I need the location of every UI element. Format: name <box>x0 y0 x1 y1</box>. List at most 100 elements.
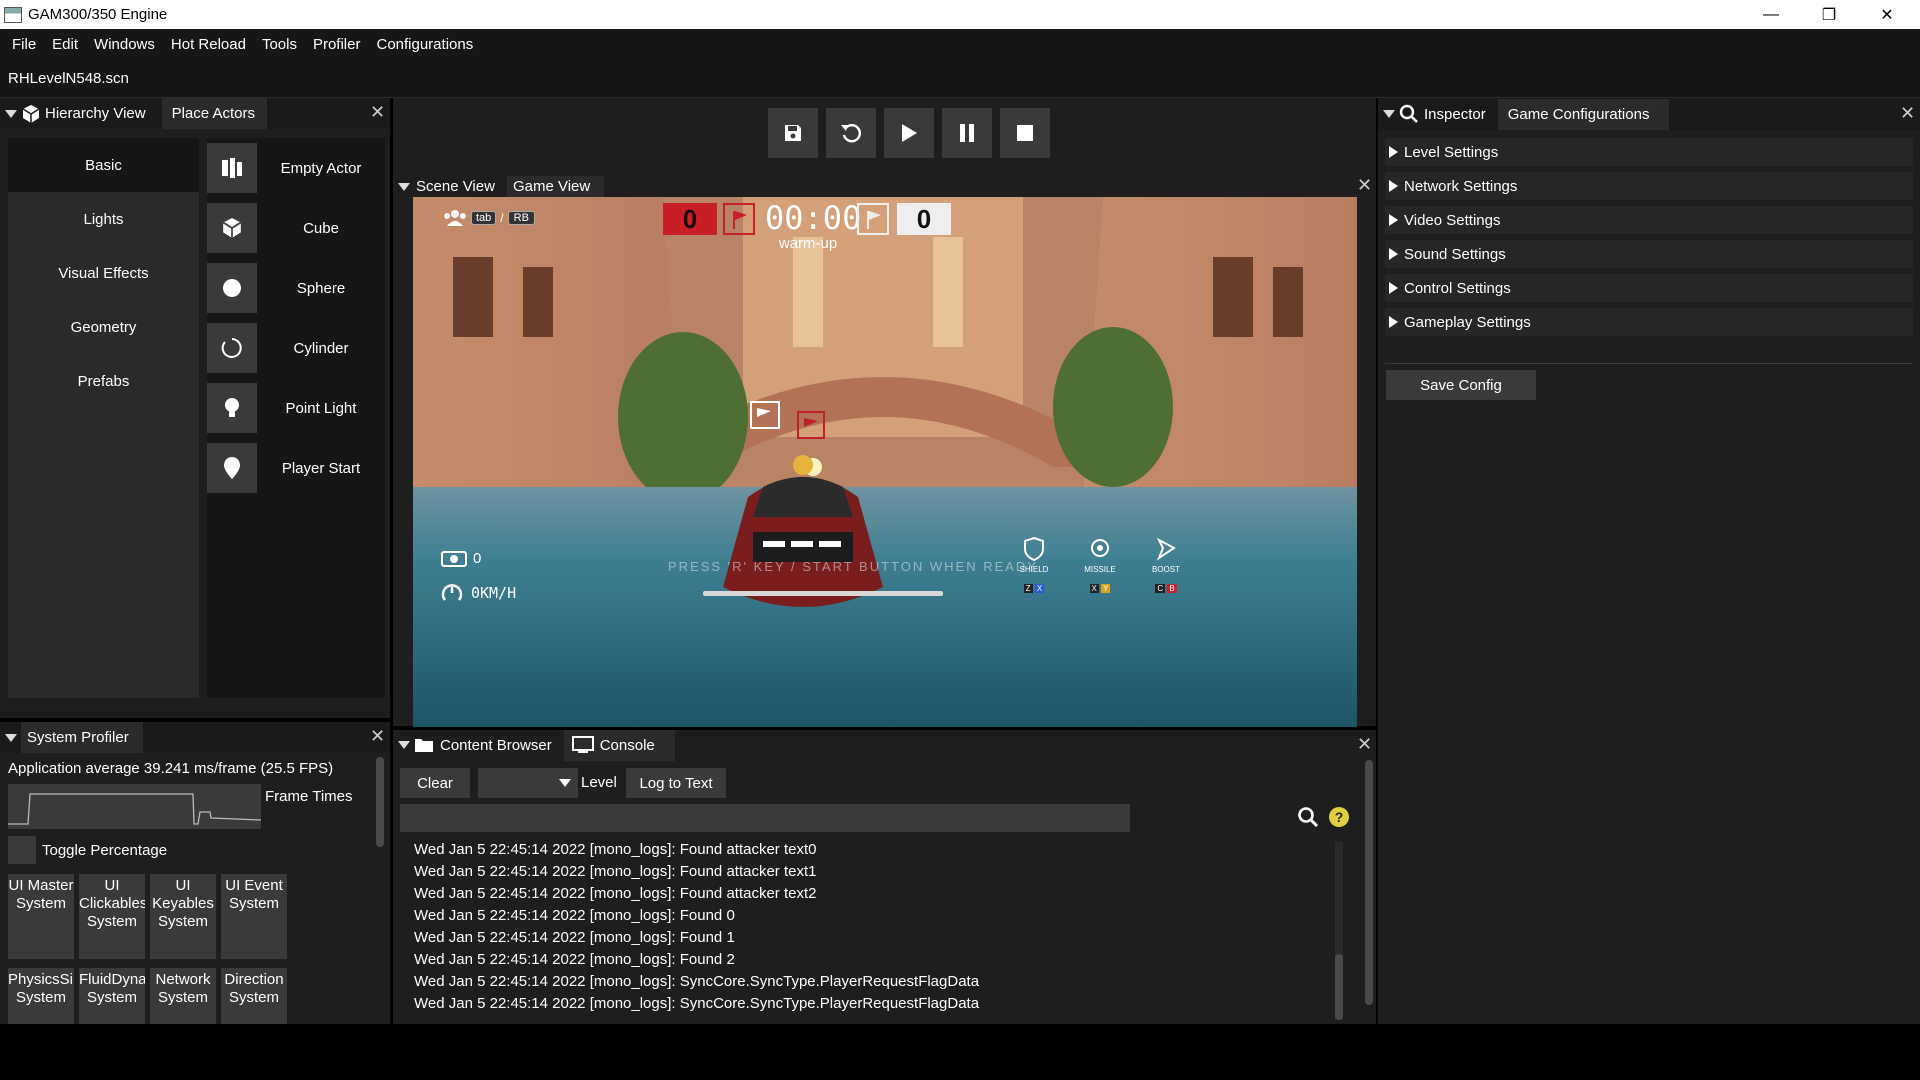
collapse-icon[interactable] <box>398 182 410 191</box>
stop-button[interactable] <box>1000 108 1050 158</box>
profiler-scrollbar[interactable] <box>376 757 384 847</box>
clear-button[interactable]: Clear <box>400 768 470 798</box>
system-direction[interactable]: Direction System <box>221 968 287 1024</box>
system-ui-event[interactable]: UI Event System <box>221 874 287 959</box>
save-button[interactable] <box>768 108 818 158</box>
tab-inspector[interactable]: Inspector <box>1399 99 1494 130</box>
toggle-percentage-checkbox[interactable] <box>8 836 36 864</box>
reload-button[interactable] <box>826 108 876 158</box>
tab-scene-view[interactable]: Scene View <box>414 176 503 197</box>
system-fluid-dynamics[interactable]: FluidDynamics System <box>79 968 145 1024</box>
save-icon <box>785 125 801 141</box>
category-list: Basic Lights Visual Effects Geometry Pre… <box>8 138 199 698</box>
section-gameplay-settings[interactable]: Gameplay Settings <box>1385 308 1913 336</box>
tab-label: Inspector <box>1424 105 1486 123</box>
actor-empty-actor[interactable]: Empty Actor <box>207 138 385 198</box>
rb-key-hint: RB <box>507 211 535 225</box>
close-icon[interactable]: ✕ <box>1357 175 1372 196</box>
actor-label: Empty Actor <box>280 159 362 177</box>
section-label: Gameplay Settings <box>1404 313 1531 331</box>
collapse-icon[interactable] <box>5 109 17 118</box>
tab-console[interactable]: Console <box>563 729 675 761</box>
restore-button[interactable]: ❐ <box>1800 0 1858 29</box>
menu-profiler[interactable]: Profiler <box>305 36 369 53</box>
category-visual-effects[interactable]: Visual Effects <box>8 246 199 300</box>
boost-icon <box>1156 537 1176 561</box>
console-panel-scrollbar[interactable] <box>1365 760 1373 1005</box>
folder-icon <box>415 739 433 752</box>
search-icon <box>1399 104 1418 123</box>
section-network-settings[interactable]: Network Settings <box>1385 172 1913 200</box>
save-config-button[interactable]: Save Config <box>1386 370 1536 400</box>
pause-button[interactable] <box>942 108 992 158</box>
inspector-panel: Inspector Game Configurations ✕ Level Se… <box>1378 98 1920 1024</box>
actor-player-start[interactable]: Player Start <box>207 438 385 498</box>
actor-cylinder[interactable]: Cylinder <box>207 318 385 378</box>
place-actors-panel: Hierarchy View Place Actors ✕ Basic Ligh… <box>0 98 390 718</box>
close-icon[interactable]: ✕ <box>1357 734 1372 755</box>
game-scene-render <box>413 197 1357 727</box>
search-icon[interactable] <box>1297 806 1319 832</box>
shield-icon <box>1024 536 1044 562</box>
section-sound-settings[interactable]: Sound Settings <box>1385 240 1913 268</box>
players-icon <box>444 210 466 226</box>
system-physics-simulation[interactable]: PhysicsSimulation System <box>8 968 74 1024</box>
category-geometry[interactable]: Geometry <box>8 300 199 354</box>
system-ui-clickables[interactable]: UI Clickables System <box>79 874 145 959</box>
console-search-input[interactable] <box>400 804 1130 832</box>
hud-camera-counter: 0 <box>441 549 481 567</box>
menu-hot-reload[interactable]: Hot Reload <box>163 36 254 53</box>
log-scrollbar-thumb[interactable] <box>1335 954 1343 1020</box>
menu-tools[interactable]: Tools <box>254 36 305 53</box>
undo-icon <box>841 124 861 143</box>
collapse-icon[interactable] <box>5 733 17 742</box>
tab-content-browser[interactable]: Content Browser <box>414 730 560 761</box>
menu-file[interactable]: File <box>4 36 44 53</box>
pause-icon <box>960 124 974 142</box>
log-scrollbar-track[interactable] <box>1335 842 1343 1020</box>
actor-label: Cube <box>303 219 339 237</box>
close-window-button[interactable]: ✕ <box>1858 0 1916 29</box>
play-button[interactable] <box>884 108 934 158</box>
hud-players: tab / RB <box>443 209 535 227</box>
collapse-icon[interactable] <box>398 741 410 749</box>
tab-place-actors[interactable]: Place Actors <box>161 98 267 129</box>
section-level-settings[interactable]: Level Settings <box>1385 138 1913 166</box>
log-to-text-button[interactable]: Log to Text <box>626 768 726 798</box>
collapse-icon[interactable] <box>1383 110 1395 118</box>
menu-configurations[interactable]: Configurations <box>368 36 481 53</box>
level-dropdown[interactable] <box>478 768 578 798</box>
menu-edit[interactable]: Edit <box>44 36 86 53</box>
actor-sphere[interactable]: Sphere <box>207 258 385 318</box>
map-pin-icon <box>207 443 257 493</box>
section-control-settings[interactable]: Control Settings <box>1385 274 1913 302</box>
close-icon[interactable]: ✕ <box>370 102 385 123</box>
close-icon[interactable]: ✕ <box>1900 103 1915 124</box>
category-prefabs[interactable]: Prefabs <box>8 354 199 408</box>
category-lights[interactable]: Lights <box>8 192 199 246</box>
close-icon[interactable]: ✕ <box>370 726 385 747</box>
tab-hierarchy-view[interactable]: Hierarchy View <box>21 98 154 129</box>
hud-speedometer: 0KM/H <box>441 582 516 604</box>
tab-game-view[interactable]: Game View <box>506 176 605 197</box>
actor-cube[interactable]: Cube <box>207 198 385 258</box>
section-label: Video Settings <box>1404 211 1501 229</box>
game-viewport[interactable]: tab / RB 0 00:00 warm-up 0 0 0KM/H PRESS… <box>413 197 1357 727</box>
tab-game-configurations[interactable]: Game Configurations <box>1497 98 1670 130</box>
white-team-score: 0 <box>897 203 951 235</box>
system-ui-master[interactable]: UI Master System <box>8 874 74 959</box>
menu-windows[interactable]: Windows <box>86 36 163 53</box>
actor-point-light[interactable]: Point Light <box>207 378 385 438</box>
system-ui-keyables[interactable]: UI Keyables System <box>150 874 216 959</box>
tab-system-profiler[interactable]: System Profiler <box>21 722 143 753</box>
left-panel-tabbar: Hierarchy View Place Actors ✕ <box>0 98 390 129</box>
section-video-settings[interactable]: Video Settings <box>1385 206 1913 234</box>
play-toolbar <box>393 98 1376 176</box>
expand-icon <box>1389 214 1398 226</box>
system-network[interactable]: Network System <box>150 968 216 1024</box>
red-flag-icon <box>723 203 755 235</box>
minimize-button[interactable]: — <box>1742 0 1800 29</box>
help-icon[interactable]: ? <box>1329 807 1349 827</box>
category-basic[interactable]: Basic <box>8 138 199 192</box>
lightbulb-icon <box>207 383 257 433</box>
